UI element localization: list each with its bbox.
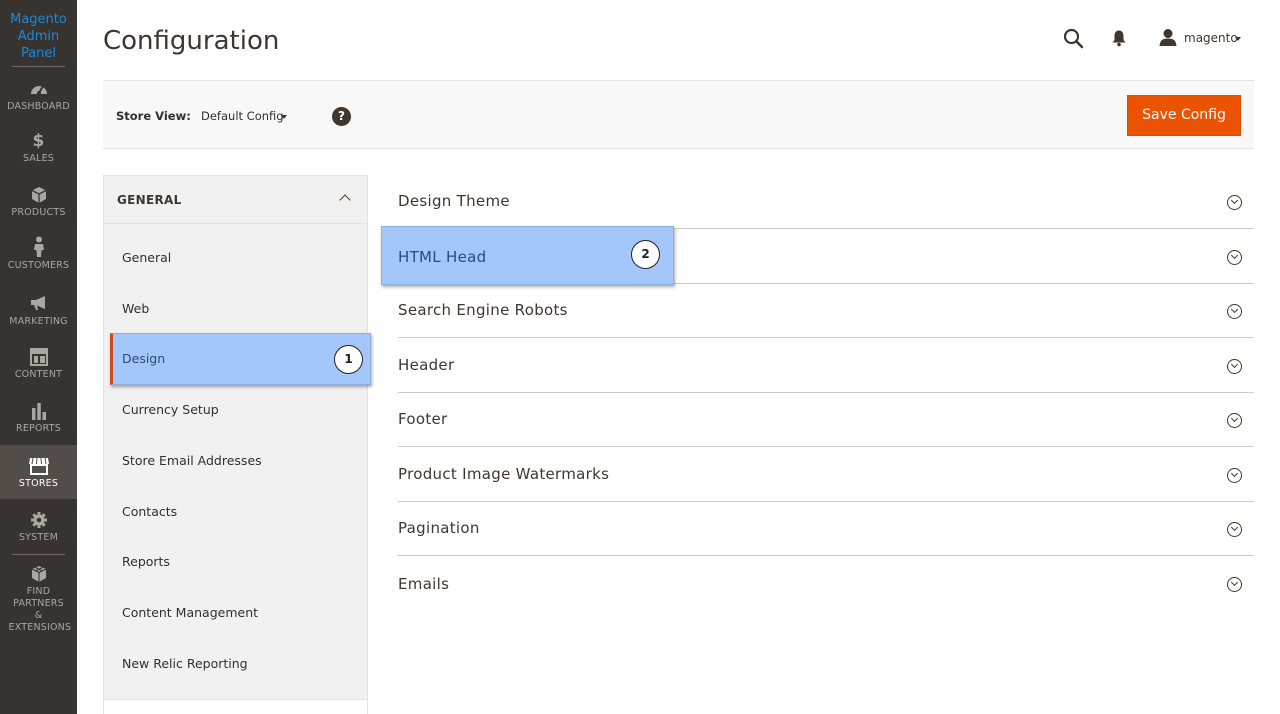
- step-badge-1: 1: [334, 345, 363, 374]
- person-icon: [0, 236, 77, 257]
- nav-item-marketing[interactable]: MARKETING: [0, 295, 77, 339]
- nav-item-sales[interactable]: $ SALES: [0, 132, 77, 176]
- tab-group-general[interactable]: GENERAL: [104, 176, 367, 224]
- gear-icon: [0, 511, 77, 529]
- nav-item-content[interactable]: CONTENT: [0, 348, 77, 392]
- section-title: Product Image Watermarks: [398, 465, 610, 483]
- store-view-bar: Store View: Default Config ? Save Config: [103, 80, 1254, 149]
- bar-chart-icon: [0, 402, 77, 420]
- section-title: Design Theme: [398, 192, 510, 210]
- nav-item-reports[interactable]: REPORTS: [0, 402, 77, 446]
- expand-icon[interactable]: [1227, 468, 1242, 483]
- nav-item-dashboard[interactable]: DASHBOARD: [0, 80, 77, 124]
- dashboard-icon: [0, 80, 77, 98]
- tab-content-management[interactable]: Content Management: [122, 605, 258, 620]
- user-account[interactable]: [1159, 28, 1177, 50]
- tab-new-relic-reporting[interactable]: New Relic Reporting: [122, 656, 248, 671]
- tab-store-email-addresses[interactable]: Store Email Addresses: [122, 453, 262, 468]
- nav-item-system[interactable]: SYSTEM: [0, 511, 77, 555]
- section-title: HTML Head: [398, 248, 487, 266]
- store-view-select[interactable]: Default Config: [201, 109, 284, 123]
- bell-icon[interactable]: [1111, 29, 1127, 51]
- megaphone-icon: [0, 295, 77, 313]
- nav-item-stores[interactable]: STORES: [0, 445, 77, 499]
- expand-icon[interactable]: [1227, 304, 1242, 319]
- nav-item-products[interactable]: PRODUCTS: [0, 186, 77, 230]
- layout-icon: [0, 348, 77, 366]
- step-badge-2: 2: [631, 240, 660, 269]
- tab-reports[interactable]: Reports: [122, 554, 170, 569]
- expand-icon[interactable]: [1227, 413, 1242, 428]
- section-product-image-watermarks[interactable]: Product Image Watermarks: [398, 447, 1254, 501]
- section-footer[interactable]: Footer: [398, 393, 1254, 446]
- search-icon[interactable]: [1063, 28, 1084, 53]
- help-icon[interactable]: ?: [332, 107, 351, 126]
- nav-divider: [12, 66, 65, 67]
- tab-general[interactable]: General: [122, 250, 171, 265]
- section-header[interactable]: Header: [398, 338, 1254, 392]
- expand-icon[interactable]: [1227, 522, 1242, 537]
- storefront-icon: [0, 457, 77, 475]
- tab-currency-setup[interactable]: Currency Setup: [122, 402, 219, 417]
- dollar-icon: $: [32, 131, 45, 151]
- section-title: Emails: [398, 575, 450, 593]
- section-search-engine-robots[interactable]: Search Engine Robots: [398, 283, 1254, 337]
- nav-item-partners[interactable]: FIND PARTNERS & EXTENSIONS: [0, 565, 77, 633]
- section-title: Header: [398, 356, 455, 374]
- section-emails[interactable]: Emails: [398, 556, 1254, 610]
- tab-design-label: Design: [122, 351, 166, 366]
- chevron-up-icon[interactable]: [339, 194, 351, 206]
- store-view-label: Store View:: [116, 109, 191, 123]
- page-title: Configuration: [103, 26, 280, 56]
- section-title: Search Engine Robots: [398, 301, 568, 319]
- nav-divider: [12, 554, 65, 555]
- logo[interactable]: Magento Admin Panel: [0, 11, 77, 62]
- tab-web[interactable]: Web: [122, 301, 149, 316]
- nav-item-customers[interactable]: CUSTOMERS: [0, 236, 77, 282]
- admin-nav: Magento Admin Panel DASHBOARD $ SALES PR…: [0, 0, 77, 714]
- section-title: Pagination: [398, 519, 480, 537]
- expand-icon[interactable]: [1227, 577, 1242, 592]
- section-title: Footer: [398, 410, 448, 428]
- box-icon: [0, 186, 77, 204]
- chevron-down-icon[interactable]: [281, 115, 287, 119]
- expand-icon[interactable]: [1227, 250, 1242, 265]
- tabs-next-group: [104, 700, 367, 714]
- expand-icon[interactable]: [1227, 195, 1242, 210]
- user-name[interactable]: magento: [1184, 31, 1238, 45]
- tab-contacts[interactable]: Contacts: [122, 504, 177, 519]
- tab-group-title: GENERAL: [117, 193, 182, 207]
- cubes-icon: [0, 565, 77, 583]
- save-config-button[interactable]: Save Config: [1127, 95, 1241, 136]
- expand-icon[interactable]: [1227, 359, 1242, 374]
- user-icon: [1159, 29, 1177, 50]
- config-tabs: GENERAL General Web Currency Setup Store…: [103, 175, 368, 714]
- section-pagination[interactable]: Pagination: [398, 502, 1254, 555]
- chevron-down-icon[interactable]: [1235, 37, 1241, 41]
- tab-design[interactable]: Design: [110, 333, 371, 385]
- section-design-theme[interactable]: Design Theme: [398, 175, 1254, 228]
